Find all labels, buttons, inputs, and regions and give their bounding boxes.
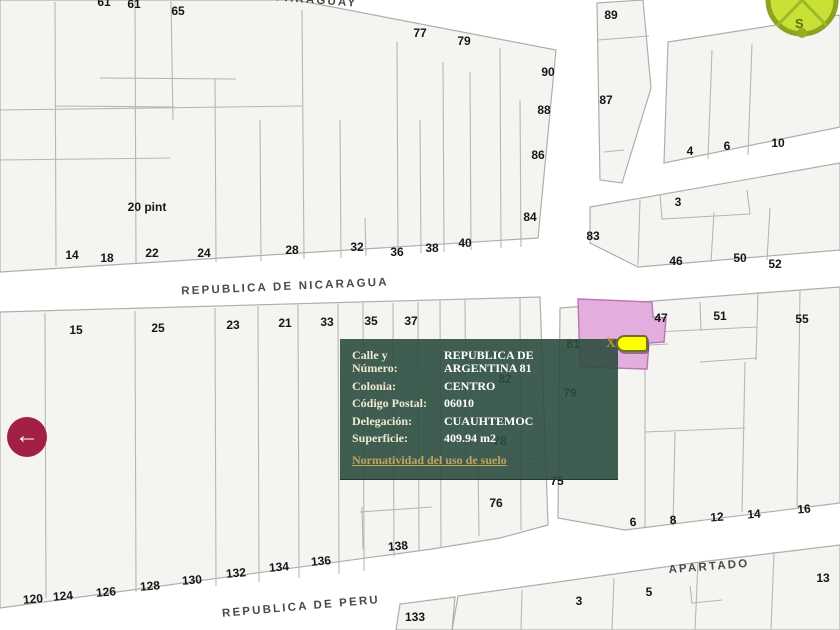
popup-row-label: Superficie: (352, 431, 408, 446)
popup-row-value: 409.94 m2 (444, 431, 496, 446)
city-block (663, 14, 840, 164)
popup-row-value: 06010 (444, 396, 474, 411)
popup-row-label: Calle y Número: (352, 348, 398, 376)
map-viewer: 61 61 65 77 79 89 90 87 88 86 84 83 4 6 10 3 46 50 52 20 pi… (0, 0, 840, 630)
popup-row-value: REPUBLICA DE ARGENTINA 81 (444, 348, 534, 376)
city-block (596, 0, 652, 184)
popup-row: Código Postal: 06010 (352, 396, 606, 411)
popup-row-value: CUAUHTEMOC (444, 413, 534, 428)
popup-row-label: Colonia: (352, 378, 397, 393)
popup-row: Delegación: CUAUHTEMOC (352, 413, 606, 428)
city-block (395, 596, 456, 630)
popup-rows: Calle y Número: REPUBLICA DE ARGENTINA 8… (352, 348, 606, 446)
popup-row: Calle y Número: REPUBLICA DE ARGENTINA 8… (352, 348, 606, 376)
city-block (451, 544, 840, 630)
popup-row-label: Delegación: (352, 413, 412, 428)
city-block (0, 0, 557, 273)
map[interactable] (0, 0, 840, 630)
popup-row: Colonia: CENTRO (352, 378, 606, 393)
popup-row-value: CENTRO (444, 378, 496, 393)
parcel-info-popup: X Calle y Número: REPUBLICA DE ARGENTINA… (340, 336, 618, 480)
popup-row: Superficie: 409.94 m2 (352, 431, 606, 446)
city-block (589, 162, 840, 268)
popup-row-label: Código Postal: (352, 396, 427, 411)
left-arrow-icon: ← (15, 422, 39, 449)
pan-left-button[interactable]: ← (7, 417, 47, 457)
selected-parcel-marker[interactable] (616, 335, 648, 352)
popup-close-button[interactable]: X (606, 336, 616, 352)
normatividad-link[interactable]: Normatividad del uso de suelo (352, 453, 507, 468)
